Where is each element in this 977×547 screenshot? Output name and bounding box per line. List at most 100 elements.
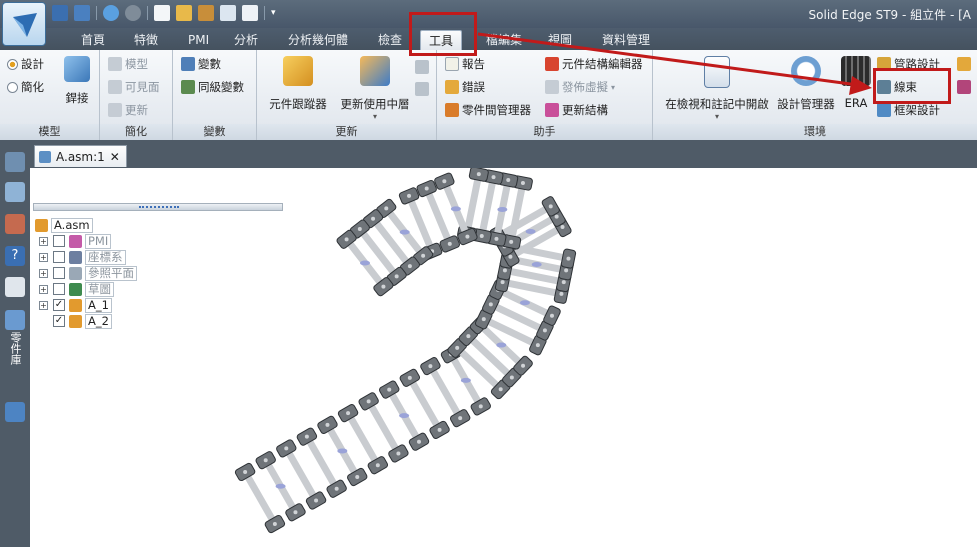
part-manager-icon (445, 103, 459, 117)
tab-geometry-analysis[interactable]: 分析幾何體 (280, 30, 356, 50)
link-slot (525, 229, 536, 235)
dropdown-arrow-icon: ▾ (372, 112, 377, 121)
save-icon[interactable] (52, 5, 68, 21)
part-manager-button[interactable]: 零件間管理器 (445, 101, 531, 119)
frame-design-icon (877, 103, 891, 117)
help-icon[interactable]: ? (5, 246, 25, 266)
pathfinder-icon[interactable] (5, 152, 25, 172)
tab-home[interactable]: 首頁 (73, 30, 113, 50)
ribbon: 設計 簡化 銲接 模型 模型 可見面 更新 簡化 變數 同級變數 變數 元件跟蹤… (0, 50, 977, 140)
parts-library-icon[interactable] (5, 310, 25, 330)
close-icon[interactable]: ✕ (110, 150, 120, 164)
save-as-icon[interactable] (74, 5, 90, 21)
window-title: Solid Edge ST9 - 組立件 - [A (808, 8, 971, 22)
chain-link (337, 404, 389, 475)
weld-button[interactable]: 銲接 (58, 56, 96, 106)
solid-edge-logo-icon (13, 13, 37, 37)
tab-file-edit[interactable]: 檔編集 (478, 30, 530, 50)
visible-face-button[interactable]: 可見面 (108, 78, 160, 96)
tab-view[interactable]: 視圖 (540, 30, 580, 50)
customize-arrow-icon[interactable]: ▾ (271, 5, 281, 21)
group-label-assistant: 助手 (437, 124, 652, 140)
era-film-icon (841, 56, 871, 86)
visible-face-icon (108, 80, 122, 94)
design-manager-button[interactable]: 設計管理器 (775, 56, 837, 112)
chain-link (255, 451, 306, 522)
weld-icon (64, 56, 90, 82)
error-icon (445, 80, 459, 94)
tab-features[interactable]: 特徵 (126, 30, 166, 50)
era-button[interactable]: ERA (839, 56, 873, 110)
views-icon[interactable] (5, 182, 25, 202)
tab-inspect[interactable]: 檢查 (370, 30, 410, 50)
tab-data-management[interactable]: 資料管理 (594, 30, 658, 50)
link-slot (450, 206, 461, 212)
update-extra2-icon[interactable] (415, 80, 429, 98)
group-model: 設計 簡化 銲接 模型 (0, 50, 100, 140)
stack-icon[interactable] (198, 5, 214, 21)
settings-gear-icon[interactable] (5, 402, 25, 422)
group-simplify: 模型 可見面 更新 簡化 (100, 50, 173, 140)
link-slot (531, 261, 542, 267)
ribbon-tab-bar: 首頁 特徵 PMI 分析 分析幾何體 檢查 工具 檔編集 視圖 資料管理 (0, 28, 977, 50)
link-slot (496, 342, 507, 348)
viewer-markup-icon (704, 56, 730, 88)
chain-link (296, 427, 347, 498)
quick-access-toolbar: ▾ (52, 5, 281, 21)
link-slot (399, 413, 410, 419)
properties-icon[interactable] (220, 5, 236, 21)
dropdown-arrow-icon: ▾ (714, 112, 719, 121)
publish-virtual-button[interactable]: 發佈虛擬 ▾ (545, 78, 615, 96)
group-label-model: 模型 (0, 124, 99, 140)
update-active-level-button[interactable]: 更新使用中層 ▾ (337, 56, 413, 121)
tab-analysis[interactable]: 分析 (226, 30, 266, 50)
link-slot (275, 483, 286, 489)
simplify-update-button[interactable]: 更新 (108, 101, 148, 119)
update-extra-icon[interactable] (415, 58, 429, 76)
chain-link (234, 462, 286, 534)
assembly-doc-icon (39, 150, 51, 163)
extra-environment2-icon[interactable] (957, 78, 971, 96)
chain-link (317, 415, 368, 487)
left-docking-bar: ? 零件庫 (0, 140, 30, 547)
radio-design[interactable]: 設計 (7, 55, 44, 73)
error-button[interactable]: 錯誤 (445, 78, 485, 96)
document-tab-bar: A.asm:1 ✕ (30, 140, 977, 168)
group-variables: 變數 同級變數 變數 (173, 50, 257, 140)
group-label-simplify: 簡化 (100, 124, 172, 140)
chain-link (358, 392, 409, 463)
highlight-tools-tab (409, 12, 477, 56)
undo-icon[interactable] (103, 5, 119, 21)
radio-simplify[interactable]: 簡化 (7, 78, 44, 96)
chain-link (276, 439, 327, 510)
graphics-viewport[interactable]: A.asm + PMI + 座標系 + 參照平面 + 草圖 + ✓ A_1 ✓ A_2 (30, 168, 977, 547)
publish-virtual-icon (545, 80, 559, 94)
sync-variables-button[interactable]: 同級變數 (181, 78, 244, 96)
open-in-viewer-button[interactable]: 在檢視和註記中開啟 ▾ (661, 56, 773, 121)
simplify-model-button[interactable]: 模型 (108, 55, 148, 73)
chain-link (399, 368, 450, 440)
document-tab[interactable]: A.asm:1 ✕ (34, 145, 127, 167)
update-structure-button[interactable]: 更新結構 (545, 101, 608, 119)
component-tracker-button[interactable]: 元件跟蹤器 (263, 56, 333, 112)
redo-icon[interactable] (125, 5, 141, 21)
variables-button[interactable]: 變數 (181, 55, 221, 73)
structure-editor-button[interactable]: 元件結構編輯器 (545, 55, 643, 73)
update-icon (108, 103, 122, 117)
layers-icon[interactable] (5, 214, 25, 234)
chain-link (416, 179, 460, 253)
report-icon (445, 57, 459, 71)
extra-environment-icon[interactable] (957, 55, 971, 73)
link-slot (519, 300, 530, 306)
tab-pmi[interactable]: PMI (180, 30, 217, 50)
open-file-icon[interactable] (176, 5, 192, 21)
parts-library-label[interactable]: 零件庫 (8, 332, 22, 365)
new-file-icon[interactable] (154, 5, 170, 21)
table-icon[interactable] (242, 5, 258, 21)
chain-link (379, 380, 430, 451)
cable-chain-model[interactable] (30, 168, 977, 547)
sensors-icon[interactable] (5, 277, 25, 297)
application-button[interactable] (2, 2, 46, 46)
report-button[interactable]: 報告 (445, 55, 485, 73)
group-label-update: 更新 (257, 124, 436, 140)
